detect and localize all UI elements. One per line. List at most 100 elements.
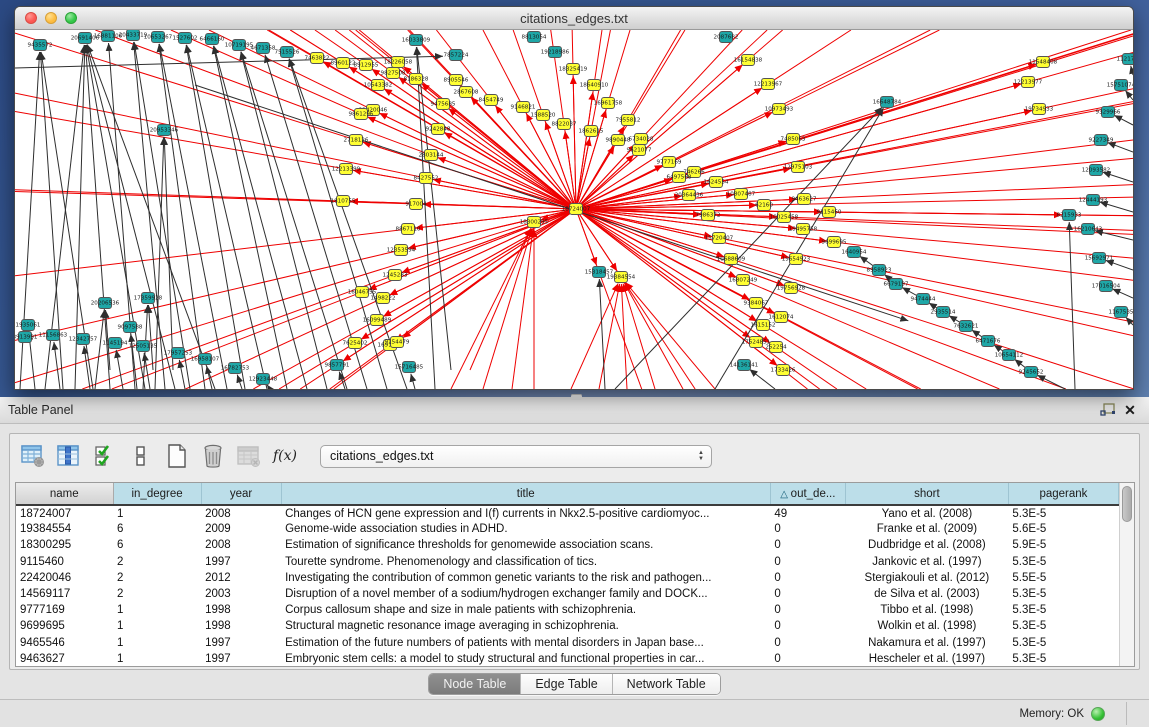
table-cell[interactable]: 5.3E-5: [1008, 586, 1118, 602]
network-node[interactable]: 1733426: [771, 365, 796, 376]
table-cell[interactable]: 1: [113, 618, 201, 634]
network-node[interactable]: 7625402: [343, 338, 368, 349]
table-cell[interactable]: Jankovic et al. (1997): [845, 554, 1008, 570]
network-edge-red[interactable]: [343, 209, 576, 361]
network-node[interactable]: 8905546: [444, 75, 469, 86]
network-edge-black[interactable]: [144, 353, 150, 389]
memory-ok-icon[interactable]: [1091, 707, 1105, 721]
table-cell[interactable]: 5.9E-5: [1008, 537, 1118, 553]
table-cell[interactable]: 0: [770, 521, 845, 537]
table-cell[interactable]: 9699695: [16, 618, 113, 634]
network-edge-red[interactable]: [408, 209, 576, 248]
network-edge-red[interactable]: [576, 209, 796, 228]
network-node[interactable]: 14136141: [730, 360, 759, 371]
table-row[interactable]: 2242004622012Investigating the contribut…: [16, 570, 1119, 586]
table-cell[interactable]: 5.3E-5: [1008, 505, 1118, 521]
network-node[interactable]: 8215933: [1057, 210, 1082, 221]
table-cell[interactable]: Yano et al. (2008): [845, 505, 1008, 521]
table-cell[interactable]: Tibbo et al. (1998): [845, 602, 1008, 618]
table-cell[interactable]: 9463627: [16, 651, 113, 667]
network-edge-red[interactable]: [576, 209, 617, 271]
network-node[interactable]: 7857224: [444, 50, 469, 61]
table-cell[interactable]: 0: [770, 602, 845, 618]
network-edge-black[interactable]: [1069, 222, 1075, 389]
import-table-disabled-icon[interactable]: [234, 441, 264, 471]
table-cell[interactable]: Corpus callosum shape and size in male p…: [281, 602, 770, 618]
network-edge-black[interactable]: [1112, 289, 1133, 298]
table-cell[interactable]: 1: [113, 602, 201, 618]
network-node[interactable]: 8186328: [404, 74, 429, 85]
table-cell[interactable]: 5.3E-5: [1008, 602, 1118, 618]
table-cell[interactable]: 9465546: [16, 635, 113, 651]
table-cell[interactable]: 1998: [201, 618, 281, 634]
network-node[interactable]: 12213399: [332, 164, 361, 175]
tab-node-table[interactable]: Node Table: [429, 674, 521, 694]
network-view[interactable]: 9435572206914061688110620433719106532671…: [15, 30, 1133, 389]
network-edge-black[interactable]: [116, 350, 123, 389]
table-row[interactable]: 1830029562008Estimation of significance …: [16, 537, 1119, 553]
column-header-in_degree[interactable]: in_degree: [113, 483, 201, 505]
network-window[interactable]: citations_edges.txt 94355722069140616881…: [14, 6, 1134, 390]
network-node[interactable]: 20206536: [91, 298, 120, 309]
network-edge-black[interactable]: [1108, 142, 1133, 152]
table-cell[interactable]: Investigating the contribution of common…: [281, 570, 770, 586]
table-cell[interactable]: Hescheler et al. (1997): [845, 651, 1008, 667]
table-cell[interactable]: 1: [113, 635, 201, 651]
node-table-grid[interactable]: namein_degreeyeartitle△ out_de...shortpa…: [16, 483, 1119, 667]
network-node[interactable]: 16961758: [594, 98, 623, 109]
network-node[interactable]: 16958107: [191, 354, 220, 365]
network-edge-black[interactable]: [155, 137, 164, 389]
table-cell[interactable]: de Silva et al. (2003): [845, 586, 1008, 602]
network-edge-black[interactable]: [1114, 115, 1133, 125]
network-edge-red[interactable]: [367, 117, 576, 209]
network-node[interactable]: 8822037: [552, 119, 577, 130]
table-scrollbar[interactable]: [1119, 483, 1134, 666]
network-node[interactable]: 2087682: [714, 32, 739, 43]
network-node[interactable]: 9699695: [822, 237, 847, 248]
network-node[interactable]: 7955812: [616, 115, 641, 126]
network-edge-red[interactable]: [576, 92, 593, 209]
network-node[interactable]: 2867608: [454, 87, 479, 98]
network-edge-black[interactable]: [1106, 260, 1133, 270]
network-node[interactable]: 16154838: [734, 55, 763, 66]
network-node[interactable]: 1810755: [331, 196, 356, 207]
network-node[interactable]: 17957253: [164, 348, 193, 359]
network-node[interactable]: 1624554: [704, 177, 729, 188]
network-node[interactable]: 7632621: [954, 321, 979, 332]
column-header-year[interactable]: year: [201, 483, 281, 505]
network-node[interactable]: 1615152: [751, 320, 776, 331]
table-cell[interactable]: 2008: [201, 537, 281, 553]
network-edge-red[interactable]: [576, 110, 606, 209]
network-edge-black[interactable]: [1131, 66, 1133, 75]
network-node[interactable]: 15716485: [395, 362, 424, 373]
table-cell[interactable]: Estimation of the future numbers of pati…: [281, 635, 770, 651]
table-cell[interactable]: 1997: [201, 635, 281, 651]
table-cell[interactable]: 1997: [201, 651, 281, 667]
table-row[interactable]: 977716911998Corpus callosum shape and si…: [16, 602, 1119, 618]
table-cell[interactable]: 6: [113, 521, 201, 537]
network-edge-black[interactable]: [416, 47, 435, 389]
table-cell[interactable]: 2003: [201, 586, 281, 602]
network-edge-black[interactable]: [241, 52, 347, 389]
network-edge-black[interactable]: [54, 342, 60, 389]
table-cell[interactable]: 18724007: [16, 505, 113, 521]
network-node[interactable]: 7515526: [275, 47, 300, 58]
network-edge-black[interactable]: [1103, 172, 1133, 182]
table-cell[interactable]: 5.3E-5: [1008, 635, 1118, 651]
table-select[interactable]: citations_edges.txt▲▼: [320, 445, 712, 468]
table-cell[interactable]: Dudbridge et al. (2008): [845, 537, 1008, 553]
table-cell[interactable]: 9115460: [16, 554, 113, 570]
table-panel-header[interactable]: Table Panel ✕: [0, 397, 1149, 424]
table-cell[interactable]: 14569117: [16, 586, 113, 602]
network-node[interactable]: 8867110: [396, 224, 421, 235]
network-edge-black[interactable]: [615, 107, 882, 389]
network-node[interactable]: 9857791: [325, 360, 350, 371]
network-edge-red[interactable]: [623, 284, 655, 389]
table-cell[interactable]: Stergiakouli et al. (2012): [845, 570, 1008, 586]
table-cell[interactable]: 1: [113, 651, 201, 667]
table-cell[interactable]: Genome-wide association studies in ADHD.: [281, 521, 770, 537]
table-row[interactable]: 969969511998Structural magnetic resonanc…: [16, 618, 1119, 634]
network-node[interactable]: 12444193: [1079, 195, 1108, 206]
narrow-column-icon[interactable]: [126, 441, 156, 471]
table-settings-icon[interactable]: [18, 441, 48, 471]
